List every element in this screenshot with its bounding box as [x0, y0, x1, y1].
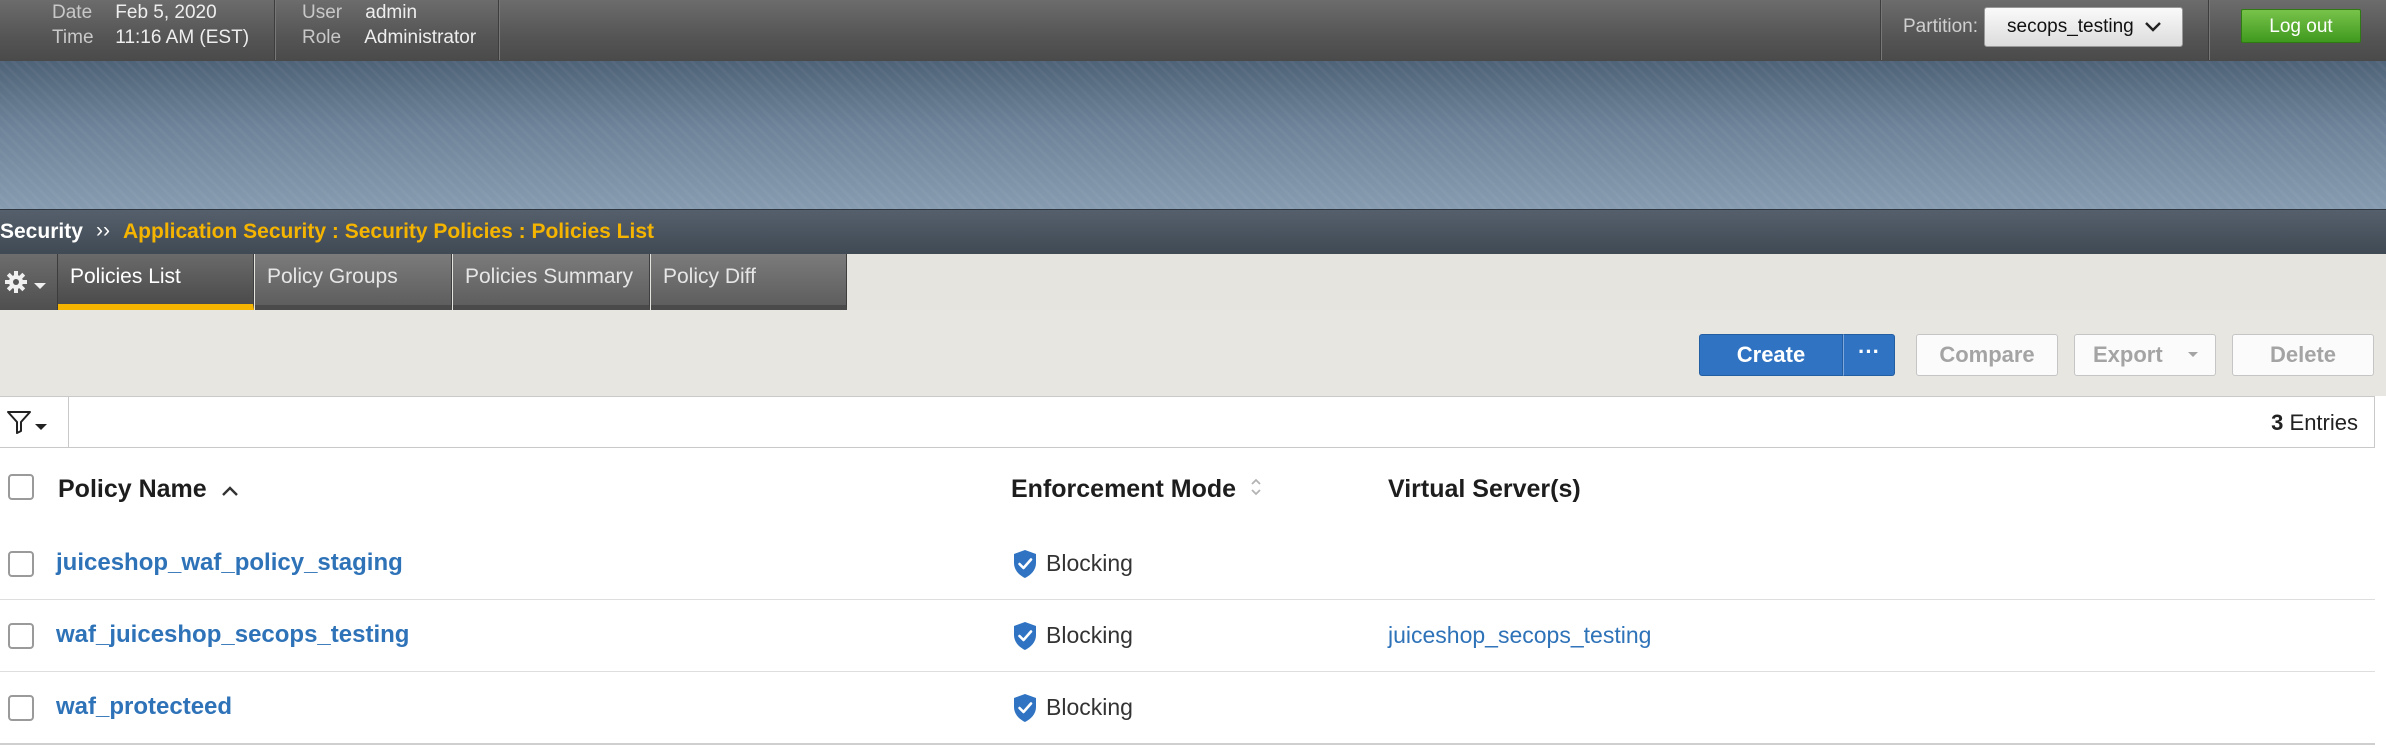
filter-icon	[6, 409, 32, 440]
tab-policies-summary[interactable]: Policies Summary	[453, 254, 650, 310]
table-row: waf_juiceshop_secops_testing Blocking ju…	[0, 600, 2375, 672]
time-label: Time	[52, 27, 94, 48]
entries-count: 3 Entries	[2271, 410, 2358, 436]
tab-bar: Policies List Policy Groups Policies Sum…	[0, 254, 2386, 310]
chevron-down-icon	[2143, 14, 2163, 46]
time-value: 11:16 AM (EST)	[115, 27, 250, 48]
sort-both-icon	[1249, 475, 1263, 506]
tab-policies-list[interactable]: Policies List	[58, 254, 254, 310]
entries-number: 3	[2271, 410, 2284, 435]
role-value: Administrator	[364, 27, 477, 48]
divider	[1880, 0, 1881, 60]
breadcrumb-path: Application Security : Security Policies…	[123, 220, 654, 243]
shield-check-icon	[1012, 693, 1038, 728]
enforcement-mode-value: Blocking	[1046, 622, 1133, 648]
entries-label: Entries	[2289, 410, 2358, 435]
caret-down-icon	[2186, 335, 2200, 388]
policy-name-link[interactable]: waf_juiceshop_secops_testing	[56, 621, 409, 649]
action-toolbar: Create ··· Compare Export Delete	[0, 310, 2386, 396]
user-label: User	[302, 2, 343, 23]
column-enforcement-mode-label: Enforcement Mode	[1011, 475, 1237, 504]
logout-button[interactable]: Log out	[2241, 9, 2361, 43]
sort-ascending-icon	[220, 476, 240, 505]
create-button[interactable]: Create	[1699, 334, 1843, 376]
date-value: Feb 5, 2020	[115, 2, 217, 23]
row-checkbox[interactable]	[8, 551, 34, 577]
column-header-policy-name[interactable]: Policy Name	[58, 475, 240, 505]
breadcrumb-root[interactable]: Security	[0, 220, 83, 244]
column-header-virtual-servers: Virtual Server(s)	[1388, 475, 1581, 503]
create-more-button[interactable]: ···	[1843, 334, 1895, 376]
export-button[interactable]: Export	[2074, 334, 2216, 376]
row-checkbox[interactable]	[8, 623, 34, 649]
divider	[274, 0, 275, 60]
divider	[2208, 0, 2209, 60]
header-banner	[0, 61, 2386, 209]
tab-policy-groups[interactable]: Policy Groups	[255, 254, 452, 310]
policy-name-link[interactable]: juiceshop_waf_policy_staging	[56, 549, 403, 577]
column-policy-name-label: Policy Name	[58, 475, 207, 503]
top-status-bar: Date Feb 5, 2020 Time 11:16 AM (EST) Use…	[0, 0, 2386, 62]
compare-button[interactable]: Compare	[1916, 334, 2058, 376]
breadcrumb: Security ›› Application Security : Secur…	[0, 209, 2386, 255]
export-label: Export	[2093, 342, 2163, 367]
partition-value: secops_testing	[2007, 16, 2134, 37]
shield-check-icon	[1012, 549, 1038, 584]
table-header: Policy Name Enforcement Mode Virtual Ser…	[0, 448, 2375, 530]
date-label: Date	[52, 2, 93, 23]
delete-button[interactable]: Delete	[2232, 334, 2374, 376]
filter-bar: 3 Entries	[0, 396, 2375, 448]
caret-down-icon	[33, 278, 47, 296]
select-all-checkbox[interactable]	[8, 474, 34, 500]
enforcement-mode-value: Blocking	[1046, 550, 1133, 576]
partition-label: Partition:	[1903, 16, 1978, 37]
divider	[498, 0, 499, 60]
column-header-enforcement-mode[interactable]: Enforcement Mode	[1011, 475, 1263, 506]
table-row: waf_protecteed Blocking	[0, 672, 2375, 745]
breadcrumb-separator: ››	[96, 219, 110, 242]
tab-options-menu[interactable]	[0, 254, 58, 310]
row-checkbox[interactable]	[8, 695, 34, 721]
policy-name-link[interactable]: waf_protecteed	[56, 693, 232, 721]
virtual-server-link[interactable]: juiceshop_secops_testing	[1388, 622, 1651, 649]
filter-button[interactable]	[0, 397, 69, 447]
enforcement-mode-value: Blocking	[1046, 694, 1133, 720]
user-value: admin	[365, 2, 418, 23]
caret-down-icon	[34, 419, 48, 437]
role-label: Role	[302, 27, 342, 48]
gear-icon	[4, 270, 28, 299]
shield-check-icon	[1012, 621, 1038, 656]
table-row: juiceshop_waf_policy_staging Blocking	[0, 528, 2375, 600]
tab-policy-diff[interactable]: Policy Diff	[651, 254, 847, 310]
partition-select[interactable]: secops_testing	[1984, 7, 2183, 47]
